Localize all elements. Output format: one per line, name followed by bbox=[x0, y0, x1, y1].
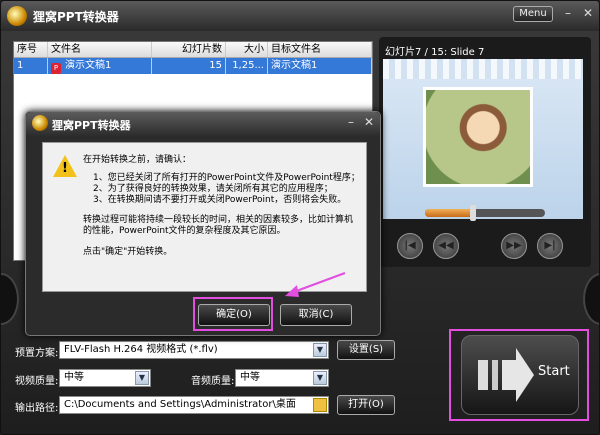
first-slide-button[interactable]: |◀ bbox=[397, 233, 423, 259]
warning-mark: ! bbox=[62, 161, 68, 176]
dialog-title: 狸窝PPT转换器 bbox=[52, 119, 131, 132]
dialog-close-icon[interactable]: ✕ bbox=[362, 116, 376, 130]
app-window: 狸窝PPT转换器 Menu – ✕ 序号 文件名 幻灯片数 大小 目标文件名 1… bbox=[0, 0, 600, 435]
dialog-body: ! 在开始转换之前，请确认： 1、您已经关闭了所有打开的PowerPoint文件… bbox=[42, 142, 367, 292]
video-quality-value: 中等 bbox=[64, 372, 84, 383]
preset-select[interactable]: FLV-Flash H.264 视频格式 (*.flv) ▼ bbox=[59, 341, 329, 359]
output-path-input[interactable]: C:\Documents and Settings\Administrator\… bbox=[59, 396, 329, 414]
output-path-value: C:\Documents and Settings\Administrator\… bbox=[64, 399, 296, 410]
preset-value: FLV-Flash H.264 视频格式 (*.flv) bbox=[64, 344, 218, 355]
open-button[interactable]: 打开(O) bbox=[337, 395, 395, 415]
cancel-button[interactable]: 取消(C) bbox=[280, 304, 352, 326]
ok-highlight bbox=[193, 297, 273, 331]
next-slide-button[interactable]: ▶▶ bbox=[501, 233, 527, 259]
minimize-icon[interactable]: – bbox=[561, 7, 575, 21]
row-filename: 演示文稿1 bbox=[65, 60, 112, 71]
close-icon[interactable]: ✕ bbox=[581, 7, 595, 21]
output-path-label: 输出路径: bbox=[15, 403, 59, 414]
prev-slide-button[interactable]: ◀◀ bbox=[433, 233, 459, 259]
col-size[interactable]: 大小 bbox=[226, 42, 268, 57]
row-slides: 15 bbox=[152, 58, 226, 74]
row-index: 1 bbox=[14, 58, 48, 74]
chevron-down-icon[interactable]: ▼ bbox=[135, 371, 149, 385]
left-deco bbox=[1, 273, 19, 325]
start-highlight bbox=[449, 329, 589, 421]
col-filename[interactable]: 文件名 bbox=[48, 42, 152, 57]
dialog-note-1: 转换过程可能将持续一段较长的时间，相关的因素较多，比如计算机 bbox=[83, 215, 354, 225]
folder-icon[interactable] bbox=[313, 398, 327, 412]
progress-fill bbox=[425, 209, 473, 217]
menu-label: Menu bbox=[519, 8, 547, 19]
last-slide-button[interactable]: ▶| bbox=[537, 233, 563, 259]
window-title: 狸窝PPT转换器 bbox=[33, 10, 119, 24]
audio-quality-label: 音频质量: bbox=[191, 376, 235, 387]
title-bar: 狸窝PPT转换器 Menu – ✕ bbox=[1, 1, 599, 31]
dialog-prompt: 点击"确定"开始转换。 bbox=[83, 247, 173, 257]
col-index[interactable]: 序号 bbox=[14, 42, 48, 57]
row-target: 演示文稿1 bbox=[268, 58, 372, 74]
dialog-item-2: 2、为了获得良好的转换效果，请关闭所有其它的应用程序； bbox=[93, 184, 333, 194]
table-row[interactable]: 1 P 演示文稿1 15 1,25... 演示文稿1 bbox=[14, 58, 372, 74]
dialog-minimize-icon[interactable]: – bbox=[344, 116, 358, 130]
chevron-down-icon[interactable]: ▼ bbox=[313, 371, 327, 385]
col-target[interactable]: 目标文件名 bbox=[268, 42, 372, 57]
table-header: 序号 文件名 幻灯片数 大小 目标文件名 bbox=[14, 42, 372, 58]
dialog-intro: 在开始转换之前，请确认： bbox=[83, 155, 192, 165]
dialog-item-1: 1、您已经关闭了所有打开的PowerPoint文件及PowerPoint程序； bbox=[93, 173, 360, 183]
dialog-note-2: 的性能，PowerPoint文件的复杂程度及其它原因。 bbox=[83, 226, 286, 236]
video-quality-label: 视频质量: bbox=[15, 376, 59, 387]
right-deco bbox=[583, 273, 599, 325]
slide-photo bbox=[423, 87, 533, 187]
audio-quality-value: 中等 bbox=[240, 372, 260, 383]
slide-decoration bbox=[383, 59, 583, 79]
dialog-title-bar: 狸窝PPT转换器 – ✕ bbox=[26, 112, 380, 136]
col-slides[interactable]: 幻灯片数 bbox=[152, 42, 226, 57]
slide-preview-image bbox=[383, 59, 583, 219]
progress-handle[interactable] bbox=[470, 205, 476, 221]
preview-progress-bar[interactable] bbox=[425, 205, 545, 221]
slide-label: 幻灯片7 / 15: Slide 7 bbox=[385, 47, 485, 58]
dialog-logo-icon bbox=[32, 115, 48, 131]
app-logo-icon bbox=[7, 6, 27, 26]
menu-button[interactable]: Menu bbox=[513, 6, 553, 22]
dialog-item-3: 3、在转换期间请不要打开或关闭PowerPoint，否则将会失败。 bbox=[93, 195, 347, 205]
video-quality-select[interactable]: 中等 ▼ bbox=[59, 369, 151, 387]
chevron-down-icon[interactable]: ▼ bbox=[313, 343, 327, 357]
open-button-label: 打开(O) bbox=[348, 399, 384, 410]
preset-label: 预置方案: bbox=[15, 348, 59, 359]
preview-panel: 幻灯片7 / 15: Slide 7 |◀ ◀◀ ▶▶ ▶| bbox=[379, 37, 591, 267]
annotation-arrow-icon bbox=[285, 272, 346, 297]
ppt-file-icon: P bbox=[51, 63, 61, 74]
row-filename-cell: P 演示文稿1 bbox=[48, 58, 152, 74]
cancel-label: 取消(C) bbox=[298, 309, 334, 320]
row-size: 1,25... bbox=[226, 58, 268, 74]
settings-button-label: 设置(S) bbox=[348, 344, 384, 355]
settings-button[interactable]: 设置(S) bbox=[337, 340, 395, 360]
audio-quality-select[interactable]: 中等 ▼ bbox=[235, 369, 329, 387]
